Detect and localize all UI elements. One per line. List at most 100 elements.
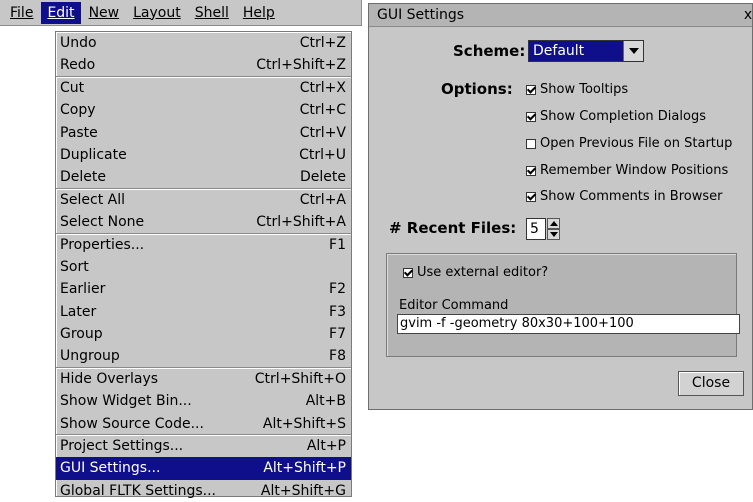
menu-item-project-settings[interactable]: Project Settings... Alt+P xyxy=(56,435,351,457)
menu-item-label: Earlier xyxy=(60,281,106,298)
menu-item-undo[interactable]: Undo Ctrl+Z xyxy=(56,32,351,54)
menu-item-shortcut: Ctrl+U xyxy=(299,146,346,163)
dialog-title: GUI Settings xyxy=(377,7,465,23)
menu-item-label: Delete xyxy=(60,169,106,186)
checkbox[interactable] xyxy=(526,138,536,149)
menu-help-label: Help xyxy=(242,4,275,21)
menu-item-label: Properties... xyxy=(60,236,145,253)
menu-item-paste[interactable]: Paste Ctrl+V xyxy=(56,122,351,144)
menu-item-gui-settings[interactable]: GUI Settings... Alt+Shift+P xyxy=(56,457,351,480)
menu-item-select-all[interactable]: Select All Ctrl+A xyxy=(56,189,351,211)
option-label: Show Tooltips xyxy=(540,82,629,97)
menu-item-later[interactable]: Later F3 xyxy=(56,301,351,323)
menu-item-shortcut: Alt+Shift+G xyxy=(260,482,346,499)
menu-item-shortcut: F3 xyxy=(329,303,346,320)
scheme-value: Default xyxy=(533,43,585,59)
menu-item-label: Undo xyxy=(60,35,97,51)
menu-item-shortcut: Ctrl+C xyxy=(299,102,346,119)
menu-edit-label: Edit xyxy=(47,4,75,21)
menu-item-sort[interactable]: Sort xyxy=(56,256,351,278)
menu-item-cut[interactable]: Cut Ctrl+X xyxy=(56,77,351,99)
menu-item-earlier[interactable]: Earlier F2 xyxy=(56,278,351,300)
menu-item-shortcut: Ctrl+Shift+A xyxy=(256,214,346,231)
menu-item-label: Hide Overlays xyxy=(60,370,159,387)
menu-item-label: Select None xyxy=(60,214,145,231)
checkbox[interactable] xyxy=(526,165,536,176)
menu-item-select-none[interactable]: Select None Ctrl+Shift+A xyxy=(56,211,351,234)
gui-settings-dialog: GUI Settings x Scheme: Default Options: … xyxy=(368,3,753,410)
menu-item-hide-overlays[interactable]: Hide Overlays Ctrl+Shift+O xyxy=(56,368,351,390)
menu-item-label: Group xyxy=(60,326,103,343)
option-remember-window-positions[interactable]: Remember Window Positions xyxy=(526,163,728,178)
option-open-previous-file[interactable]: Open Previous File on Startup xyxy=(526,136,732,151)
menu-item-group[interactable]: Group F7 xyxy=(56,323,351,345)
chevron-down-icon[interactable] xyxy=(623,41,643,61)
menu-item-label: Paste xyxy=(60,124,98,141)
menu-item-shortcut: F2 xyxy=(329,281,346,298)
menu-layout[interactable]: Layout xyxy=(127,2,187,24)
menu-shell[interactable]: Shell xyxy=(189,2,235,24)
menu-item-shortcut: Ctrl+Z xyxy=(299,35,346,51)
menu-item-label: Ungroup xyxy=(60,348,120,365)
menu-new-label: New xyxy=(88,4,120,21)
menu-item-label: Sort xyxy=(60,258,89,275)
option-show-tooltips[interactable]: Show Tooltips xyxy=(526,82,628,97)
menu-item-copy[interactable]: Copy Ctrl+C xyxy=(56,99,351,121)
edit-menu-dropdown: Undo Ctrl+Z Redo Ctrl+Shift+Z Cut Ctrl+X Co… xyxy=(55,31,352,499)
option-show-comments-in-browser[interactable]: Show Comments in Browser xyxy=(526,189,722,204)
editor-command-input[interactable]: gvim -f -geometry 80x30+100+100 xyxy=(397,314,740,334)
menu-item-label: Select All xyxy=(60,191,125,208)
close-button[interactable]: Close xyxy=(678,371,744,396)
menu-new[interactable]: New xyxy=(83,2,126,24)
menu-item-ungroup[interactable]: Ungroup F8 xyxy=(56,345,351,368)
menu-item-label: Show Source Code... xyxy=(60,415,204,432)
menu-file[interactable]: File xyxy=(4,2,39,24)
menu-item-delete[interactable]: Delete Delete xyxy=(56,166,351,189)
dialog-titlebar[interactable]: GUI Settings x xyxy=(369,4,752,27)
menu-item-shortcut: Alt+Shift+S xyxy=(262,415,346,432)
option-label: Show Completion Dialogs xyxy=(540,109,706,124)
menu-shell-label: Shell xyxy=(194,4,229,21)
checkbox[interactable] xyxy=(403,267,413,278)
menu-item-show-widget-bin[interactable]: Show Widget Bin... Alt+B xyxy=(56,390,351,412)
menu-item-shortcut: F8 xyxy=(329,348,346,365)
recent-files-input[interactable]: 5 xyxy=(526,218,546,240)
menu-item-show-source-code[interactable]: Show Source Code... Alt+Shift+S xyxy=(56,413,351,436)
stepper-down-icon[interactable] xyxy=(547,229,560,240)
menu-edit[interactable]: Edit xyxy=(41,1,81,24)
close-icon[interactable]: x xyxy=(741,4,753,26)
menu-item-label: Redo xyxy=(60,57,96,74)
menu-item-global-fltk-settings[interactable]: Global FLTK Settings... Alt+Shift+G xyxy=(56,480,351,502)
menu-bar: File Edit New Layout Shell Help xyxy=(0,0,362,26)
menu-item-label: Global FLTK Settings... xyxy=(60,482,216,499)
option-label: Use external editor? xyxy=(417,265,549,280)
menu-help[interactable]: Help xyxy=(237,2,281,24)
menu-item-label: Copy xyxy=(60,102,96,119)
option-show-completion-dialogs[interactable]: Show Completion Dialogs xyxy=(526,109,706,124)
recent-files-label: # Recent Files: xyxy=(389,219,517,237)
menu-item-shortcut: F1 xyxy=(329,236,346,253)
menu-item-duplicate[interactable]: Duplicate Ctrl+U xyxy=(56,144,351,166)
option-label: Open Previous File on Startup xyxy=(540,136,733,151)
menu-item-shortcut: Ctrl+A xyxy=(299,191,346,208)
option-label: Show Comments in Browser xyxy=(540,189,723,204)
checkbox[interactable] xyxy=(526,111,536,122)
options-label: Options: xyxy=(441,80,513,98)
checkbox[interactable] xyxy=(526,191,536,202)
checkbox[interactable] xyxy=(526,84,536,95)
recent-files-stepper xyxy=(547,218,560,240)
menu-item-properties[interactable]: Properties... F1 xyxy=(56,234,351,256)
menu-item-shortcut: Alt+P xyxy=(306,438,346,455)
menu-item-label: GUI Settings... xyxy=(60,460,161,477)
menu-item-redo[interactable]: Redo Ctrl+Shift+Z xyxy=(56,54,351,77)
option-use-external-editor[interactable]: Use external editor? xyxy=(403,265,548,280)
menu-item-shortcut: Alt+Shift+P xyxy=(263,460,346,477)
menu-item-label: Later xyxy=(60,303,97,320)
menu-file-label: File xyxy=(10,4,34,21)
menu-item-shortcut: Ctrl+Shift+O xyxy=(254,370,346,387)
scheme-label: Scheme: xyxy=(453,42,526,60)
option-label: Remember Window Positions xyxy=(540,163,729,178)
scheme-select[interactable]: Default xyxy=(528,40,644,62)
stepper-up-icon[interactable] xyxy=(547,218,560,229)
menu-item-label: Cut xyxy=(60,79,85,96)
